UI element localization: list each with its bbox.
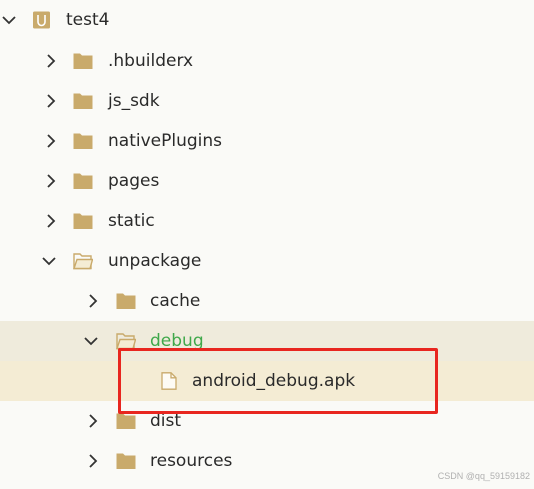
- tree-label: js_sdk: [108, 91, 160, 111]
- tree-row-hbuilderx[interactable]: .hbuilderx: [0, 41, 534, 81]
- folder-icon: [73, 212, 93, 230]
- folder-icon: [116, 292, 136, 310]
- folder-icon: [73, 132, 93, 150]
- tree-label: resources: [150, 451, 233, 471]
- tree-row-test4[interactable]: test4: [0, 0, 534, 40]
- tree-label: unpackage: [108, 251, 202, 271]
- watermark: CSDN @qq_59159182: [437, 471, 530, 481]
- chevron-down-icon[interactable]: [40, 252, 58, 270]
- chevron-right-icon[interactable]: [84, 452, 102, 470]
- chevron-right-icon[interactable]: [42, 212, 60, 230]
- tree-row-cache[interactable]: cache: [0, 281, 534, 321]
- chevron-right-icon[interactable]: [42, 172, 60, 190]
- chevron-right-icon[interactable]: [84, 412, 102, 430]
- folder-icon: [116, 452, 136, 470]
- chevron-right-icon[interactable]: [84, 292, 102, 310]
- project-icon: [32, 11, 52, 29]
- tree-label: .hbuilderx: [108, 51, 194, 71]
- chevron-right-icon[interactable]: [42, 92, 60, 110]
- tree-label: static: [108, 211, 155, 231]
- tree-row-pages[interactable]: pages: [0, 161, 534, 201]
- tree-row-unpackage[interactable]: unpackage: [0, 241, 534, 281]
- chevron-right-icon[interactable]: [42, 132, 60, 150]
- folder-icon: [116, 412, 136, 430]
- tree-row-nativeplugins[interactable]: nativePlugins: [0, 121, 534, 161]
- annotation-highlight-box: [118, 348, 438, 414]
- chevron-down-icon[interactable]: [0, 11, 18, 29]
- tree-row-js-sdk[interactable]: js_sdk: [0, 81, 534, 121]
- folder-icon: [73, 172, 93, 190]
- tree-row-static[interactable]: static: [0, 201, 534, 241]
- folder-open-icon: [73, 252, 93, 270]
- chevron-right-icon[interactable]: [42, 52, 60, 70]
- tree-label: test4: [66, 10, 110, 30]
- chevron-down-icon[interactable]: [82, 332, 100, 350]
- project-file-tree: test4 .hbuilderx js_sdk nativePlugins pa…: [0, 0, 534, 489]
- folder-icon: [73, 92, 93, 110]
- tree-label: cache: [150, 291, 201, 311]
- tree-label: nativePlugins: [108, 131, 222, 151]
- folder-icon: [73, 52, 93, 70]
- tree-label: pages: [108, 171, 160, 191]
